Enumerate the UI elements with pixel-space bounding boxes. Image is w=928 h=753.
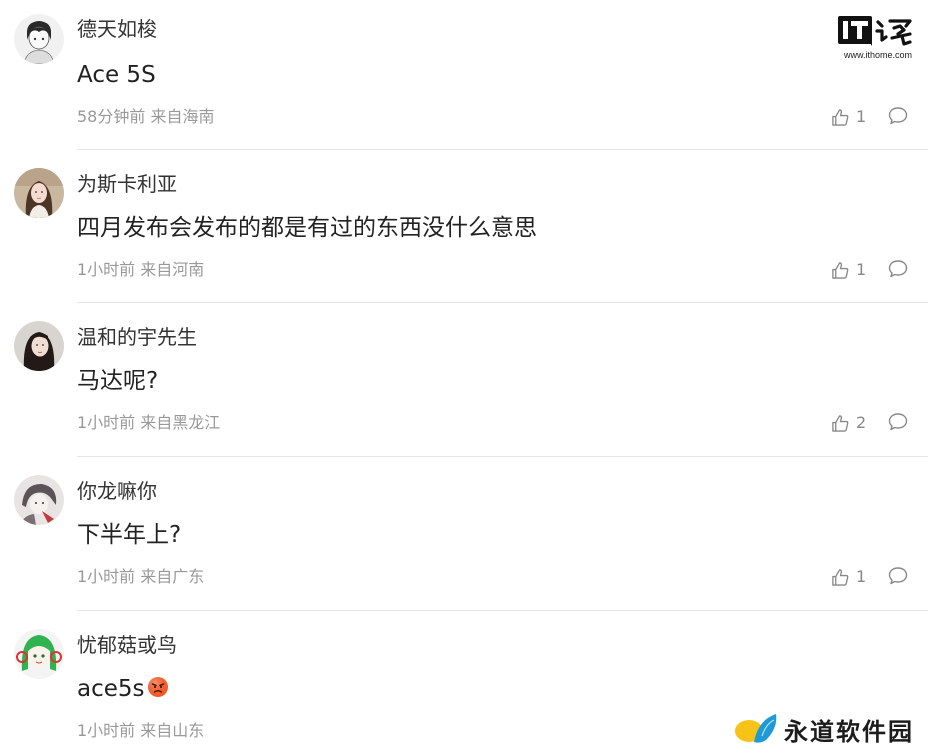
- thumbs-up-icon: [831, 261, 850, 280]
- reply-button[interactable]: [888, 566, 908, 586]
- cartoon-boy-avatar[interactable]: [14, 14, 64, 64]
- comment-item: 温和的宇先生 马达呢? 1小时前 来自黑龙江 2: [0, 306, 928, 459]
- comment-item: 为斯卡利亚 四月发布会发布的都是有过的东西没什么意思 1小时前 来自河南 1: [0, 153, 928, 306]
- angry-face-emoji-icon: [147, 676, 169, 698]
- comment-content: ace5s: [77, 674, 169, 704]
- comment-divider: [77, 610, 928, 611]
- comment-username[interactable]: 温和的宇先生: [77, 324, 197, 350]
- comment-bubble-icon: [888, 566, 908, 586]
- comment-content: 四月发布会发布的都是有过的东西没什么意思: [77, 215, 537, 241]
- comment-meta: 1小时前 来自黑龙江: [77, 413, 221, 432]
- comment-username[interactable]: 德天如梭: [77, 16, 157, 42]
- reply-button[interactable]: [888, 412, 908, 432]
- ithome-url: www.ithome.com: [843, 50, 913, 60]
- like-button[interactable]: 1: [831, 259, 866, 281]
- like-button[interactable]: 1: [831, 566, 866, 588]
- anime-character-avatar[interactable]: [14, 475, 64, 525]
- comment-bubble-icon: [888, 259, 908, 279]
- comment-content: 下半年上?: [77, 522, 182, 548]
- like-count: 2: [856, 413, 867, 432]
- comment-meta: 1小时前 来自河南: [77, 260, 205, 279]
- comment-username[interactable]: 你龙嘛你: [77, 478, 157, 504]
- watermark: 永道软件园: [732, 706, 928, 750]
- like-count: 1: [856, 567, 867, 586]
- comment-divider: [77, 456, 928, 457]
- comment-content: 马达呢?: [77, 368, 159, 394]
- like-count: 1: [856, 260, 867, 279]
- thumbs-up-icon: [831, 568, 850, 587]
- woman-photo-avatar[interactable]: [14, 321, 64, 371]
- comment-bubble-icon: [888, 106, 908, 126]
- ithome-logo-icon: [838, 16, 912, 46]
- comment-meta: 1小时前 来自山东: [77, 721, 205, 740]
- comment-content: Ace 5S: [77, 62, 156, 88]
- comment-username[interactable]: 为斯卡利亚: [77, 171, 177, 197]
- thumbs-up-icon: [831, 108, 850, 127]
- comment-list-page: 德天如梭 Ace 5S 58分钟前 来自海南 1 为斯卡利亚 四月发布会发布的都…: [0, 0, 928, 753]
- comment-username[interactable]: 忧郁菇或鸟: [77, 632, 177, 658]
- comment-meta: 1小时前 来自广东: [77, 567, 205, 586]
- like-button[interactable]: 1: [831, 106, 866, 128]
- reply-button[interactable]: [888, 106, 908, 126]
- comment-divider: [77, 149, 928, 150]
- like-count: 1: [856, 107, 867, 126]
- thumbs-up-icon: [831, 414, 850, 433]
- reply-button[interactable]: [888, 259, 908, 279]
- comment-item: 你龙嘛你 下半年上? 1小时前 来自广东 1: [0, 460, 928, 613]
- like-button[interactable]: 2: [831, 412, 866, 434]
- green-hair-anime-avatar[interactable]: [14, 629, 64, 679]
- girl-photo-avatar[interactable]: [14, 168, 64, 218]
- ithome-logo: www.ithome.com: [838, 14, 918, 64]
- comment-bubble-icon: [888, 412, 908, 432]
- comment-meta: 58分钟前 来自海南: [77, 107, 215, 126]
- comment-item: 德天如梭 Ace 5S 58分钟前 来自海南 1: [0, 0, 928, 153]
- watermark-text: 永道软件园: [784, 717, 914, 746]
- comment-content-text: ace5s: [77, 676, 145, 702]
- comment-divider: [77, 302, 928, 303]
- yongdao-logo-icon: [735, 714, 777, 743]
